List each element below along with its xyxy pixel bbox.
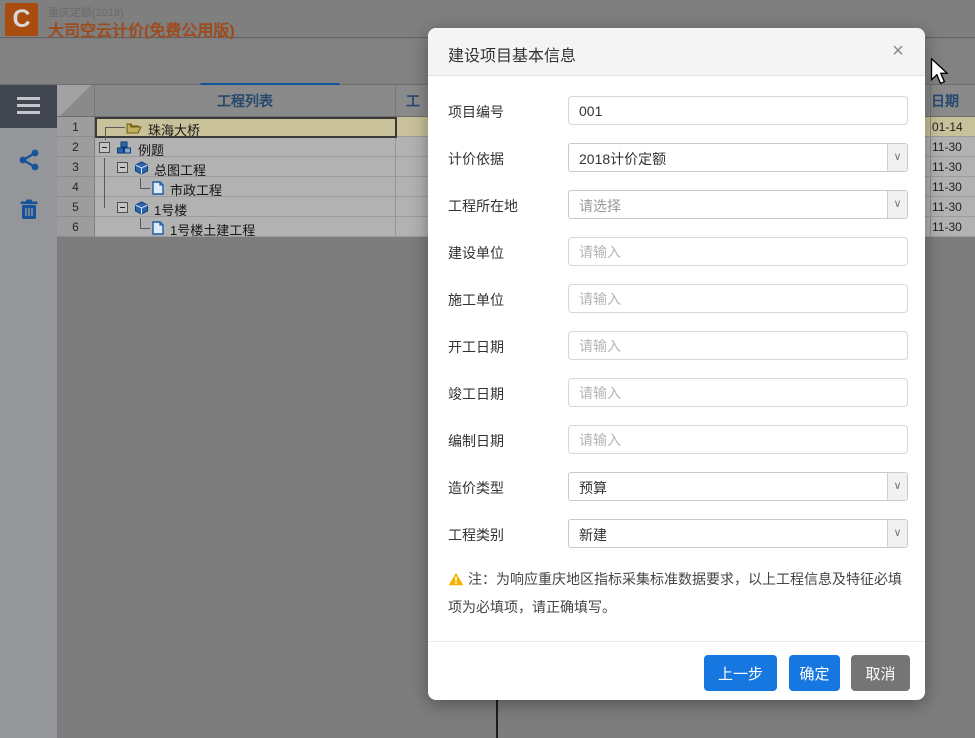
- field-label: 计价依据: [448, 149, 504, 169]
- date-cell[interactable]: 11-30: [930, 137, 975, 157]
- row-number[interactable]: 2: [57, 137, 95, 157]
- row-number[interactable]: 3: [57, 157, 95, 177]
- row-number[interactable]: 1: [57, 117, 95, 137]
- date-cell[interactable]: 11-30: [930, 177, 975, 197]
- 施工单位-input[interactable]: [568, 284, 908, 313]
- chevron-down-icon[interactable]: ∨: [887, 144, 907, 171]
- field-label: 项目编号: [448, 102, 504, 122]
- app-logo: C: [5, 3, 38, 36]
- collapse-expander-icon[interactable]: [117, 162, 128, 173]
- tree-row[interactable]: 总图工程: [95, 158, 396, 178]
- field-label: 工程类别: [448, 525, 504, 545]
- previous-step-button[interactable]: 上一步: [704, 655, 777, 691]
- tree-node-label[interactable]: 珠海大桥: [148, 120, 200, 139]
- project-info-dialog: 建设项目基本信息 × 项目编号计价依据 2018计价定额 ∨ 工程所在地 请选择 ∨ 建设单…: [428, 28, 925, 700]
- folder-open-icon: [126, 121, 142, 135]
- 工程所在地-select[interactable]: 请选择 ∨: [568, 190, 908, 219]
- form-field-row: 工程所在地 请选择 ∨: [428, 190, 925, 219]
- column-header-date[interactable]: 日期: [930, 85, 975, 117]
- field-label: 造价类型: [448, 478, 504, 498]
- tree-node-label[interactable]: 市政工程: [170, 180, 222, 199]
- row-number[interactable]: 4: [57, 177, 95, 197]
- dialog-title: 建设项目基本信息: [448, 42, 576, 66]
- form-field-row: 项目编号: [428, 96, 925, 125]
- date-cell[interactable]: 11-30: [930, 217, 975, 237]
- 编制日期-input[interactable]: [568, 425, 908, 454]
- field-label: 工程所在地: [448, 196, 518, 216]
- collapse-expander-icon[interactable]: [117, 202, 128, 213]
- unit-project-cube-icon: [134, 201, 149, 215]
- 造价类型-select[interactable]: 预算 ∨: [568, 472, 908, 501]
- work-page-icon: [152, 221, 164, 235]
- form-field-row: 施工单位: [428, 284, 925, 313]
- dialog-header: 建设项目基本信息 ×: [428, 28, 925, 76]
- tree-row[interactable]: 1号楼: [95, 198, 396, 218]
- field-label: 建设单位: [448, 243, 504, 263]
- tree-node-label[interactable]: 例题: [138, 140, 164, 159]
- row-number[interactable]: 6: [57, 217, 95, 237]
- field-label: 开工日期: [448, 337, 504, 357]
- chevron-down-icon[interactable]: ∨: [887, 473, 907, 500]
- select-value: 新建: [579, 525, 607, 545]
- date-cell[interactable]: 11-30: [930, 157, 975, 177]
- chevron-down-icon[interactable]: ∨: [887, 191, 907, 218]
- tree-row-selected[interactable]: 珠海大桥: [95, 117, 397, 138]
- sidebar: [0, 128, 57, 738]
- 开工日期-input[interactable]: [568, 331, 908, 360]
- form-field-row: 造价类型 预算 ∨: [428, 472, 925, 501]
- 计价依据-select[interactable]: 2018计价定额 ∨: [568, 143, 908, 172]
- table-corner-cell[interactable]: [57, 85, 95, 117]
- tree-row[interactable]: 1号楼土建工程: [95, 218, 396, 238]
- field-label: 施工单位: [448, 290, 504, 310]
- tree-node-label[interactable]: 1号楼: [154, 200, 187, 219]
- footer-divider: [428, 641, 925, 642]
- grid-line-artifact: [496, 700, 498, 738]
- row-number[interactable]: 5: [57, 197, 95, 217]
- tree-row[interactable]: 市政工程: [95, 178, 396, 198]
- app-title: 大司空云计价(免费公用版): [48, 17, 235, 41]
- form-field-row: 开工日期: [428, 331, 925, 360]
- 竣工日期-input[interactable]: [568, 378, 908, 407]
- date-cell[interactable]: 11-30: [930, 197, 975, 217]
- tree-row[interactable]: 例题: [95, 138, 396, 158]
- confirm-button[interactable]: 确定: [789, 655, 840, 691]
- cancel-button[interactable]: 取消: [851, 655, 910, 691]
- form-field-row: 计价依据 2018计价定额 ∨: [428, 143, 925, 172]
- hamburger-icon: [17, 97, 40, 100]
- 建设单位-input[interactable]: [568, 237, 908, 266]
- close-icon[interactable]: ×: [887, 40, 909, 63]
- select-value: 预算: [579, 478, 607, 498]
- sidebar-menu-block[interactable]: [0, 85, 57, 128]
- form-field-row: 编制日期: [428, 425, 925, 454]
- warning-icon: [448, 572, 464, 586]
- form-field-row: 竣工日期: [428, 378, 925, 407]
- form-field-row: 建设单位: [428, 237, 925, 266]
- field-label: 编制日期: [448, 431, 504, 451]
- share-icon[interactable]: [17, 148, 41, 172]
- 项目编号-input[interactable]: [568, 96, 908, 125]
- date-cell[interactable]: 01-14: [930, 117, 975, 137]
- select-value: 请选择: [579, 196, 621, 216]
- trash-icon[interactable]: [17, 198, 41, 222]
- required-note: 注：为响应重庆地区指标采集标准数据要求，以上工程信息及特征必填项为必填项，请正确…: [448, 565, 906, 621]
- unit-project-cube-icon: [134, 161, 149, 175]
- required-note-text: 注：为响应重庆地区指标采集标准数据要求，以上工程信息及特征必填项为必填项，请正确…: [448, 571, 902, 615]
- form-field-row: 工程类别 新建 ∨: [428, 519, 925, 548]
- select-value: 2018计价定额: [579, 149, 666, 169]
- chevron-down-icon[interactable]: ∨: [887, 520, 907, 547]
- collapse-expander-icon[interactable]: [99, 142, 110, 153]
- column-header-project-list[interactable]: 工程列表: [95, 85, 396, 117]
- field-label: 竣工日期: [448, 384, 504, 404]
- mouse-cursor: [930, 58, 948, 85]
- 工程类别-select[interactable]: 新建 ∨: [568, 519, 908, 548]
- tree-node-label[interactable]: 总图工程: [154, 160, 206, 179]
- project-cubes-icon: [116, 141, 132, 155]
- work-page-icon: [152, 181, 164, 195]
